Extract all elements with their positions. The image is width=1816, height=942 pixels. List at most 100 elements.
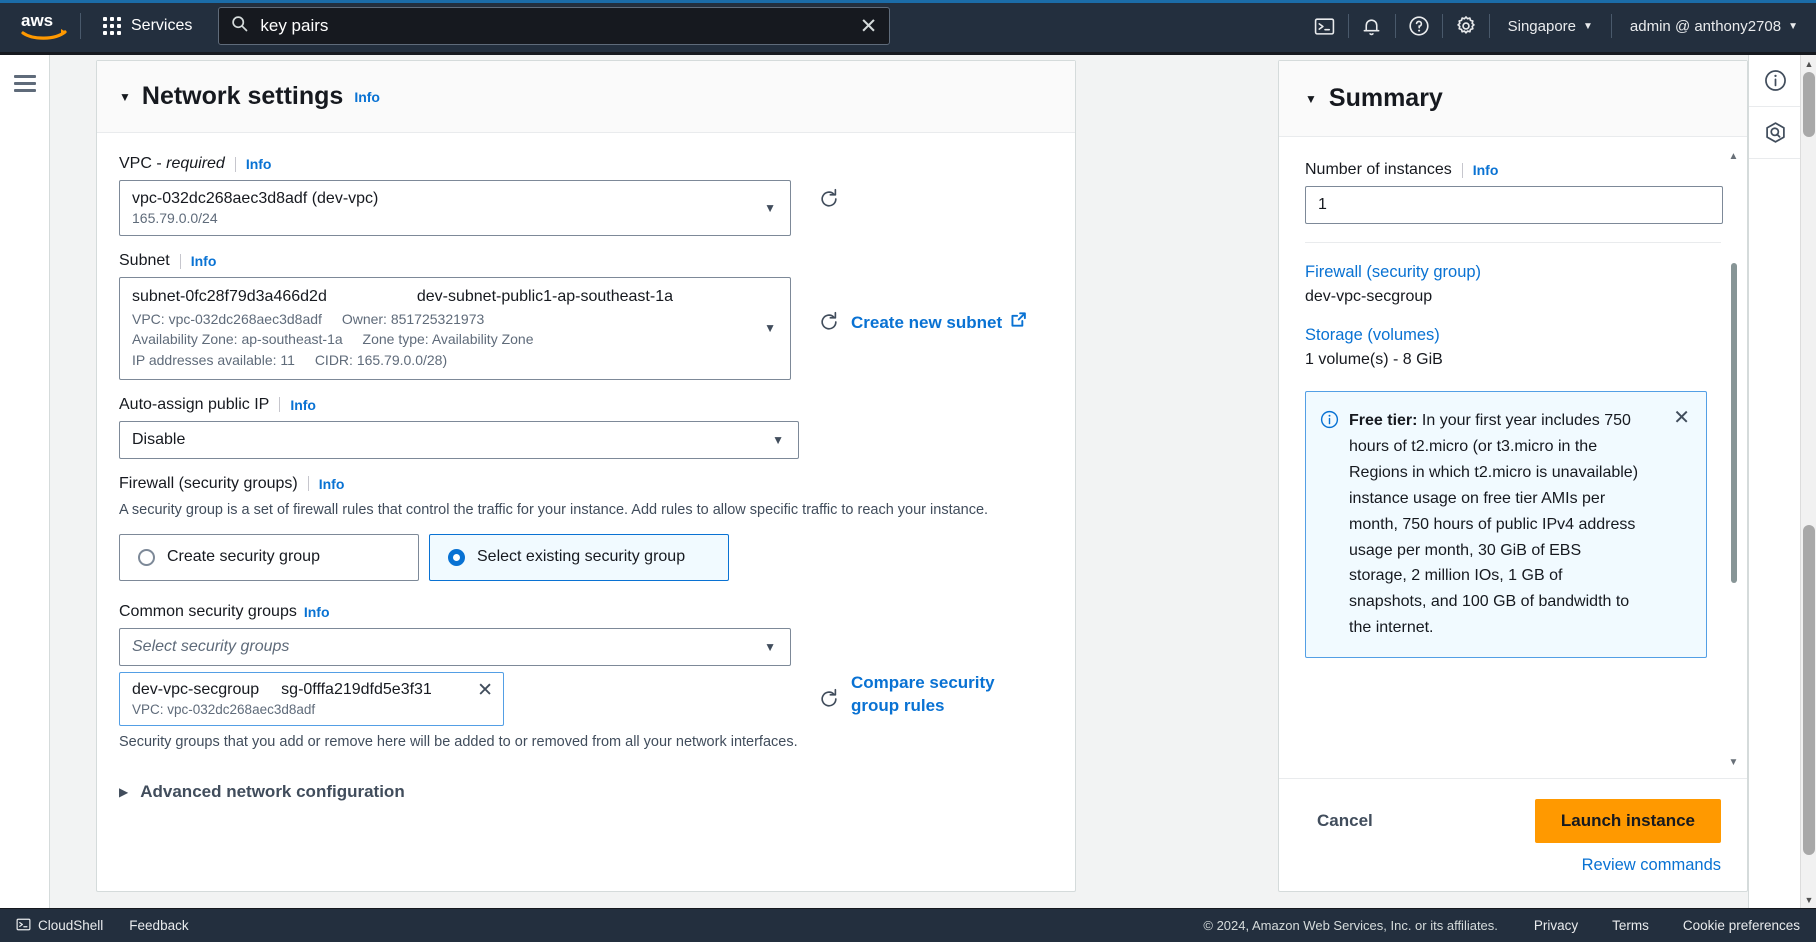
free-tier-alert-body: In your first year includes 750 hours of… [1349, 412, 1639, 637]
security-group-token-top: dev-vpc-secgroup sg-0fffa219dfd5e3f31 ✕ [132, 681, 493, 700]
aws-console-page: aws Services ✕ [0, 0, 1816, 942]
scroll-thumb[interactable] [1803, 525, 1815, 855]
label-divider [179, 253, 181, 269]
subnet-owner: Owner: 851725321973 [341, 311, 485, 327]
bell-icon[interactable] [1349, 0, 1395, 54]
scroll-down-icon[interactable]: ▼ [1801, 891, 1816, 908]
cloudshell-label: CloudShell [38, 918, 104, 933]
info-link-subnet[interactable]: Info [191, 253, 217, 269]
search-input[interactable] [260, 16, 848, 36]
subnet-select[interactable]: subnet-0fc28f79d3a466d2d dev-subnet-publ… [119, 277, 791, 380]
firewall-description: A security group is a set of firewall ru… [119, 501, 989, 518]
aws-logo-icon[interactable]: aws [8, 11, 80, 41]
info-link-firewall[interactable]: Info [319, 476, 345, 492]
firewall-label: Firewall (security groups) [119, 474, 298, 492]
subnet-metadata: VPC: vpc-032dc268aec3d8adf Owner: 851725… [132, 309, 750, 370]
security-groups-multiselect[interactable]: Select security groups ▼ [119, 627, 791, 666]
account-menu[interactable]: admin @ anthony2708 ▼ [1612, 0, 1816, 54]
scroll-down-icon[interactable]: ▼ [1728, 757, 1739, 768]
hamburger-menu-icon[interactable] [13, 75, 36, 96]
info-link-common-sg[interactable]: Info [304, 604, 330, 620]
summary-storage-link[interactable]: Storage (volumes) [1305, 326, 1721, 345]
cancel-button[interactable]: Cancel [1305, 803, 1385, 839]
auto-assign-label-row: Auto-assign public IP Info [119, 396, 1053, 414]
info-link-vpc[interactable]: Info [246, 156, 272, 172]
compare-security-group-rules-link[interactable]: Compare security group rules [851, 672, 1001, 718]
scroll-up-icon[interactable]: ▲ [1801, 55, 1816, 72]
expand-triangle-icon[interactable]: ▶ [119, 785, 128, 799]
privacy-link[interactable]: Privacy [1534, 918, 1578, 933]
cookie-preferences-link[interactable]: Cookie preferences [1683, 918, 1800, 933]
security-groups-placeholder: Select security groups [132, 637, 290, 655]
copyright-text: © 2024, Amazon Web Services, Inc. or its… [1203, 918, 1498, 933]
cloudshell-button[interactable]: CloudShell [16, 917, 103, 935]
scroll-thumb-top[interactable] [1803, 72, 1815, 137]
number-of-instances-label: Number of instances [1305, 161, 1452, 178]
radio-select-label: Select existing security group [477, 548, 686, 566]
close-icon[interactable]: ✕ [1673, 408, 1690, 641]
vpc-label-row: VPC - required Info [119, 155, 1053, 173]
security-group-vpc: VPC: vpc-032dc268aec3d8adf [132, 701, 316, 717]
info-panel-icon[interactable] [1749, 55, 1801, 107]
chevron-down-icon: ▼ [772, 432, 784, 447]
external-link-icon [1010, 311, 1027, 335]
cloudshell-icon [16, 917, 31, 935]
create-new-subnet-link[interactable]: Create new subnet [851, 311, 1027, 335]
summary-firewall-link[interactable]: Firewall (security group) [1305, 263, 1721, 282]
settings-gear-icon[interactable] [1443, 0, 1489, 54]
region-selector[interactable]: Singapore ▼ [1490, 0, 1611, 54]
global-search-bar[interactable]: ✕ [218, 7, 891, 45]
chevron-down-icon: ▼ [1583, 20, 1593, 32]
radio-select-existing-security-group[interactable]: Select existing security group [429, 533, 729, 581]
clear-search-icon[interactable]: ✕ [860, 16, 878, 37]
scroll-thumb[interactable] [1731, 263, 1737, 583]
chevron-down-icon: ▼ [1788, 20, 1798, 32]
summary-divider [1305, 242, 1721, 243]
vpc-selected-value: vpc-032dc268aec3d8adf (dev-vpc) [132, 190, 379, 207]
info-link-auto-assign[interactable]: Info [290, 397, 316, 413]
common-sg-left: Select security groups ▼ dev-vpc-secgrou… [119, 627, 791, 726]
help-icon[interactable] [1396, 0, 1442, 54]
refresh-subnet-icon[interactable] [807, 303, 851, 341]
top-navigation-bar: aws Services ✕ [0, 0, 1816, 55]
auto-assign-public-ip-select[interactable]: Disable ▼ [119, 420, 799, 459]
refresh-security-groups-icon[interactable] [807, 680, 851, 718]
launch-instance-button[interactable]: Launch instance [1534, 799, 1721, 843]
feedback-link[interactable]: Feedback [129, 918, 188, 933]
firewall-field: Firewall (security groups) Info A securi… [119, 475, 1053, 581]
radio-create-label: Create security group [167, 548, 320, 566]
remove-security-group-icon[interactable]: ✕ [477, 681, 493, 700]
vpc-select[interactable]: vpc-032dc268aec3d8adf (dev-vpc) 165.79.0… [119, 180, 791, 236]
subnet-name: dev-subnet-public1-ap-southeast-1a [416, 288, 673, 305]
aws-q-assistant-icon[interactable] [1749, 107, 1801, 159]
security-group-token[interactable]: dev-vpc-secgroup sg-0fffa219dfd5e3f31 ✕ … [119, 671, 504, 726]
refresh-vpc-icon[interactable] [807, 180, 851, 218]
vpc-label: VPC - required [119, 155, 225, 172]
number-of-instances-label-row: Number of instances Info [1305, 161, 1721, 179]
subnet-zone-type: Zone type: Availability Zone [362, 331, 534, 348]
collapse-triangle-icon[interactable]: ▼ [119, 90, 131, 104]
cloudshell-icon[interactable] [1302, 0, 1348, 54]
number-of-instances-input[interactable] [1305, 186, 1723, 224]
collapse-triangle-icon[interactable]: ▼ [1305, 92, 1317, 106]
label-divider [307, 476, 309, 492]
summary-inner-scrollbar[interactable]: ▲ ▼ [1728, 151, 1739, 768]
info-link-network[interactable]: Info [354, 89, 380, 105]
info-circle-icon [1320, 410, 1339, 641]
summary-header: ▼ Summary [1279, 61, 1747, 137]
free-tier-alert-text: Free tier: In your first year includes 7… [1349, 408, 1639, 641]
info-link-instances[interactable]: Info [1473, 162, 1499, 178]
services-menu-button[interactable]: Services [87, 6, 208, 46]
page-scrollbar[interactable]: ▲ ▼ [1800, 55, 1816, 908]
services-label: Services [131, 17, 193, 34]
label-divider [234, 156, 236, 172]
subnet-ips-available: IP addresses available: 11 [132, 351, 295, 368]
auto-assign-label: Auto-assign public IP [119, 395, 270, 413]
summary-actions-row: Cancel Launch instance [1305, 799, 1721, 843]
review-commands-link[interactable]: Review commands [1582, 856, 1721, 875]
terms-link[interactable]: Terms [1612, 918, 1649, 933]
radio-create-security-group[interactable]: Create security group [119, 533, 419, 581]
search-icon [231, 15, 248, 37]
advanced-network-configuration-row[interactable]: ▶ Advanced network configuration [119, 782, 1053, 802]
scroll-up-icon[interactable]: ▲ [1728, 151, 1739, 162]
